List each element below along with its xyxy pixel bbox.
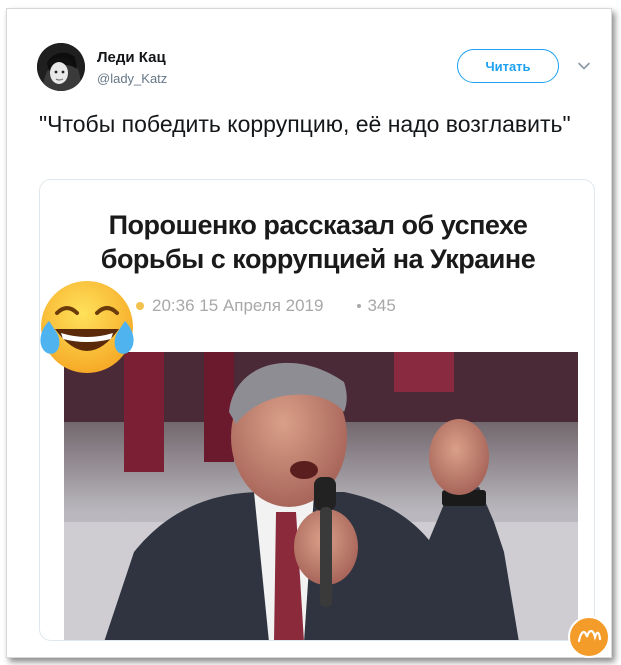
meme-frame: Леди Кац @lady_Katz Читать "Чтобы победи… bbox=[6, 8, 612, 658]
site-logo-icon bbox=[568, 616, 610, 658]
follow-button[interactable]: Читать bbox=[457, 49, 559, 83]
card-views: 345 bbox=[367, 296, 396, 315]
card-headline: Порошенко рассказал об успехе борьбы с к… bbox=[100, 210, 536, 274]
link-card[interactable]: Порошенко рассказал об успехе борьбы с к… bbox=[39, 179, 595, 641]
separator-dot-icon bbox=[357, 304, 362, 308]
author-handle[interactable]: @lady_Katz bbox=[97, 71, 167, 86]
time-dot-icon bbox=[136, 302, 144, 310]
chevron-down-icon[interactable] bbox=[577, 59, 591, 73]
avatar[interactable] bbox=[37, 43, 85, 91]
tears-of-joy-emoji-icon bbox=[40, 281, 134, 373]
author-name[interactable]: Леди Кац bbox=[97, 49, 166, 66]
avatar-portrait-icon bbox=[37, 43, 85, 91]
tweet-text: "Чтобы победить коррупцию, её надо возгл… bbox=[39, 111, 571, 137]
card-photo bbox=[64, 352, 578, 640]
card-meta: 20:36 15 Апреля 2019 345 bbox=[136, 296, 396, 316]
card-timestamp: 20:36 15 Апреля 2019 bbox=[152, 296, 324, 315]
